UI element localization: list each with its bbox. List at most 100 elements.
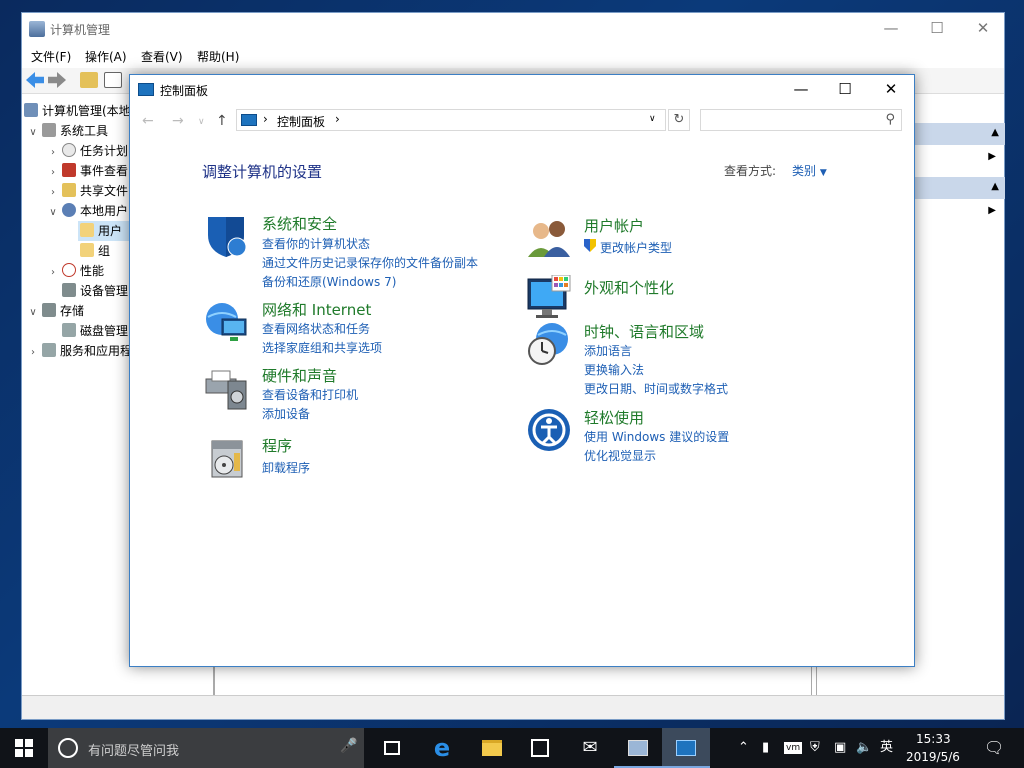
file-explorer-icon[interactable] [468, 728, 516, 768]
clock-date[interactable]: 2019/5/6 [906, 737, 960, 768]
vmware-icon[interactable]: vm [784, 728, 803, 768]
link-recommended-settings[interactable]: 使用 Windows 建议的设置 [584, 428, 729, 445]
chevron-right-icon[interactable]: › [46, 183, 60, 203]
category-title[interactable]: 轻松使用 [584, 407, 644, 428]
category-title[interactable]: 外观和个性化 [584, 277, 674, 298]
link-add-device[interactable]: 添加设备 [262, 405, 310, 422]
link-add-language[interactable]: 添加语言 [584, 342, 632, 359]
security-shield-icon[interactable]: ⛨ [810, 728, 820, 768]
shield-icon [208, 217, 247, 257]
link-view-computer-status[interactable]: 查看你的计算机状态 [262, 235, 370, 252]
category-title[interactable]: 时钟、语言和区域 [584, 321, 704, 342]
cm-close-button[interactable]: ✕ [960, 13, 1006, 45]
address-bar[interactable]: › 控制面板 › ∨ [236, 109, 666, 131]
tree-node-device-manager[interactable]: 设备管理 [60, 281, 128, 301]
device-manager-icon [62, 283, 76, 297]
recent-pages-chevron-icon[interactable]: ∨ [198, 117, 205, 127]
link-change-input-method[interactable]: 更换输入法 [584, 361, 644, 378]
tree-node-disk-management[interactable]: 磁盘管理 [60, 321, 128, 341]
tree-node-performance[interactable]: › 性能 [46, 261, 104, 281]
tree-node-local-users[interactable]: ∨ 本地用户 [46, 201, 128, 221]
address-dropdown-icon[interactable]: ∨ [649, 114, 656, 124]
control-panel-taskbar-icon[interactable] [662, 728, 710, 768]
expand-right-icon[interactable]: ▶ [988, 151, 996, 162]
menu-file[interactable]: 文件(F) [31, 48, 71, 65]
link-file-history-backup[interactable]: 通过文件历史记录保存你的文件备份副本 [262, 254, 478, 271]
tree-node-root[interactable]: 计算机管理(本地 [24, 101, 131, 121]
taskbar: 有问题尽管问我 🎤 e ✉ ⌃ ▮ vm ⛨ ▣ 🔈 英 15:33 2019/… [0, 728, 1024, 768]
up-arrow-icon[interactable]: ↑ [216, 113, 228, 129]
mail-icon[interactable]: ✉ [566, 728, 614, 768]
cortana-circle-icon [58, 738, 78, 758]
link-network-status[interactable]: 查看网络状态和任务 [262, 320, 370, 337]
show-hide-tree-icon[interactable] [104, 72, 122, 88]
chevron-down-icon[interactable]: ∨ [46, 203, 60, 223]
clock-icon [62, 143, 76, 157]
menu-view[interactable]: 查看(V) [141, 48, 183, 65]
link-change-account-type[interactable]: 更改帐户类型 [600, 239, 672, 256]
breadcrumb-control-panel[interactable]: 控制面板 [277, 113, 325, 130]
cortana-search-box[interactable]: 有问题尽管问我 🎤 [48, 728, 364, 768]
chevron-down-icon[interactable]: ∨ [26, 123, 40, 143]
menu-action[interactable]: 操作(A) [85, 48, 127, 65]
chevron-right-icon[interactable]: › [26, 343, 40, 363]
view-by-dropdown[interactable]: 类别 ▼ [792, 162, 827, 179]
store-icon[interactable] [516, 728, 564, 768]
breadcrumb-separator-icon[interactable]: › [263, 112, 268, 126]
start-windows-icon[interactable] [0, 728, 48, 768]
cp-close-button[interactable]: ✕ [868, 74, 914, 106]
tree-node-groups[interactable]: 组 [78, 241, 110, 261]
cm-minimize-button[interactable]: — [868, 13, 914, 45]
category-title[interactable]: 用户帐户 [584, 215, 644, 236]
cp-title-bar[interactable]: 控制面板 — ☐ ✕ [130, 75, 914, 105]
forward-arrow-icon[interactable]: → [172, 113, 184, 129]
microphone-icon[interactable]: 🎤 [340, 738, 357, 754]
up-folder-icon[interactable] [80, 72, 98, 88]
tree-node-storage[interactable]: ∨ 存储 [26, 301, 84, 321]
show-hidden-icons-chevron-icon[interactable]: ⌃ [738, 728, 749, 768]
breadcrumb-separator-icon[interactable]: › [335, 112, 340, 126]
link-optimize-visual-display[interactable]: 优化视觉显示 [584, 447, 656, 464]
link-backup-restore[interactable]: 备份和还原(Windows 7) [262, 273, 396, 290]
search-field[interactable]: ⚲ [700, 109, 902, 131]
cp-maximize-button[interactable]: ☐ [822, 74, 868, 106]
link-devices-printers[interactable]: 查看设备和打印机 [262, 386, 358, 403]
refresh-icon[interactable]: ↻ [668, 109, 690, 131]
menu-help[interactable]: 帮助(H) [197, 48, 239, 65]
chevron-right-icon[interactable]: › [46, 263, 60, 283]
ime-indicator[interactable]: 英 [880, 728, 893, 768]
expand-right-icon[interactable]: ▶ [988, 205, 996, 216]
cm-menu-bar: 文件(F) 操作(A) 查看(V) 帮助(H) [22, 45, 1004, 67]
category-title[interactable]: 网络和 Internet [262, 299, 371, 320]
back-arrow-icon[interactable] [26, 72, 44, 88]
cm-title-bar[interactable]: 计算机管理 — ☐ ✕ [22, 13, 1004, 45]
forward-arrow-icon[interactable] [48, 72, 66, 88]
edge-browser-icon[interactable]: e [418, 728, 466, 768]
tree-node-task-scheduler[interactable]: › 任务计划 [46, 141, 128, 161]
search-icon[interactable]: ⚲ [885, 112, 895, 127]
action-center-icon[interactable]: 🗨 [984, 728, 1004, 768]
collapse-up-icon[interactable]: ▲ [991, 127, 999, 138]
link-change-date-time-format[interactable]: 更改日期、时间或数字格式 [584, 380, 728, 397]
link-uninstall-program[interactable]: 卸载程序 [262, 459, 310, 476]
chevron-down-icon[interactable]: ∨ [26, 303, 40, 323]
chevron-right-icon[interactable]: › [46, 163, 60, 183]
cp-minimize-button[interactable]: — [778, 74, 824, 106]
category-title[interactable]: 程序 [262, 435, 292, 456]
chevron-right-icon[interactable]: › [46, 143, 60, 163]
back-arrow-icon[interactable]: ← [142, 113, 154, 129]
category-title[interactable]: 硬件和声音 [262, 365, 337, 386]
tree-node-system-tools[interactable]: ∨ 系统工具 [26, 121, 108, 141]
tree-node-services-apps[interactable]: › 服务和应用程 [26, 341, 132, 361]
tree-node-event-viewer[interactable]: › 事件查看 [46, 161, 128, 181]
computer-management-taskbar-icon[interactable] [614, 728, 662, 768]
cm-maximize-button[interactable]: ☐ [914, 13, 960, 45]
usb-device-icon[interactable]: ▮ [762, 728, 769, 768]
tree-node-shared-folders[interactable]: › 共享文件 [46, 181, 128, 201]
collapse-up-icon[interactable]: ▲ [991, 181, 999, 192]
task-view-icon[interactable] [368, 728, 416, 768]
network-icon[interactable]: ▣ [834, 728, 846, 768]
link-homegroup-sharing[interactable]: 选择家庭组和共享选项 [262, 339, 382, 356]
category-title[interactable]: 系统和安全 [262, 213, 337, 234]
volume-icon[interactable]: 🔈 [856, 728, 872, 768]
